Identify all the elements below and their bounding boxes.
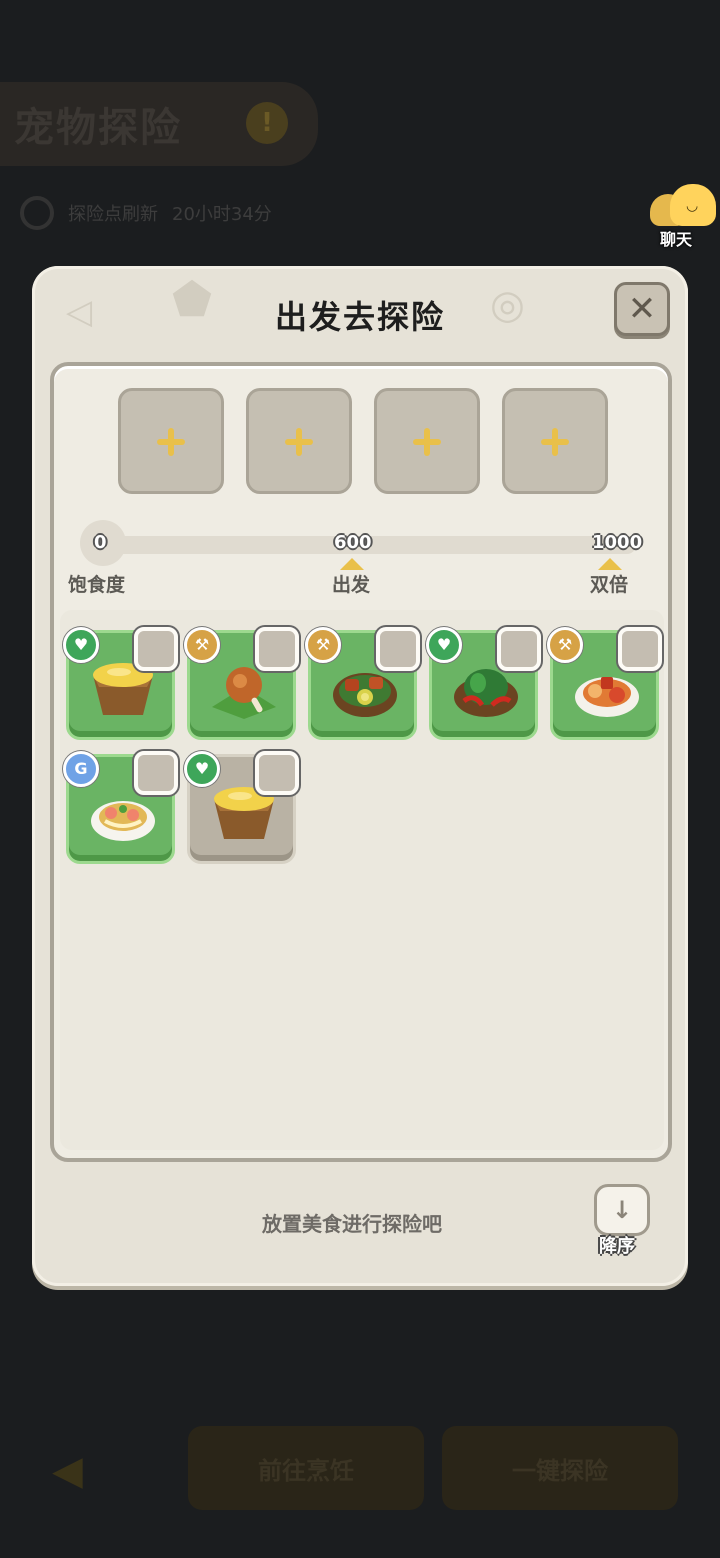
food-select-checkbox[interactable] [134,627,178,671]
double-threshold-value: 1000 [592,532,643,553]
sort-button[interactable]: ↓ [594,1184,650,1236]
info-icon: ! [246,102,288,144]
background-refresh-row: 探险点刷新 20小时34分 [20,196,272,230]
chat-label: 聊天 [660,230,693,249]
food-card[interactable]: ♥ [426,627,541,740]
close-icon: ✕ [627,289,657,329]
go-cooking-label: 前往烹饪 [258,1456,354,1485]
food-slot-4[interactable] [502,388,608,494]
refresh-time: 20小时34分 [172,204,272,225]
background-title: 宠物探险 [14,105,182,151]
satiety-current-value: 0 [94,532,107,553]
close-button[interactable]: ✕ [614,282,670,336]
arrow-down-icon: ↓ [611,1196,633,1224]
food-select-checkbox[interactable] [497,627,541,671]
food-slot-3[interactable] [374,388,480,494]
food-card[interactable]: G [63,751,178,864]
depart-label: 出发 [332,574,371,596]
hint-text: 放置美食进行探险吧 [262,1212,442,1236]
axe-icon: ⚒ [305,627,341,663]
clock-icon [20,196,54,230]
food-slot-1[interactable] [118,388,224,494]
satiety-label: 饱食度 [68,574,126,596]
food-select-checkbox[interactable] [255,627,299,671]
food-slots [118,388,608,494]
go-cooking-button: 前往烹饪 [188,1426,424,1510]
axe-icon: ⚒ [184,627,220,663]
food-select-checkbox[interactable] [618,627,662,671]
food-list: ♥ ⚒ ⚒ ♥ ⚒ G ♥ [60,610,664,1150]
heart-icon: ♥ [426,627,462,663]
refresh-label: 探险点刷新 [68,204,158,225]
food-select-checkbox[interactable] [134,751,178,795]
expedition-panel: 0 600 1000 饱食度 出发 双倍 ♥ ⚒ ⚒ ♥ ⚒ G ♥ [50,362,672,1162]
expedition-dialog: ◁ ⬟ ◎ 出发去探险 ✕ 0 600 1000 饱食度 出发 双倍 ♥ ⚒ ⚒ ♥ ⚒… [32,266,688,1286]
food-card[interactable]: ⚒ [547,627,662,740]
food-slot-2[interactable] [246,388,352,494]
background-title-bar: 宠物探险 ! [0,82,318,166]
one-click-explore-button: 一键探险 [442,1426,678,1510]
heart-icon: ♥ [184,751,220,787]
food-card[interactable]: ⚒ [305,627,420,740]
food-grid: ♥ ⚒ ⚒ ♥ ⚒ G ♥ [63,627,666,864]
heart-icon: ♥ [63,627,99,663]
back-arrow-icon: ◀ [52,1448,83,1494]
double-label: 双倍 [590,574,629,596]
dialog-title: 出发去探险 [274,298,445,336]
g-icon: G [63,751,99,787]
food-select-checkbox[interactable] [255,751,299,795]
chat-button[interactable]: ◡ 聊天 [646,184,720,249]
food-card[interactable]: ⚒ [184,627,299,740]
food-card[interactable]: ♥ [184,751,299,864]
depart-marker-icon [340,558,364,570]
food-card[interactable]: ♥ [63,627,178,740]
sort-label: 降序 [599,1236,635,1257]
axe-icon: ⚒ [547,627,583,663]
one-click-explore-label: 一键探险 [512,1456,608,1485]
food-select-checkbox[interactable] [376,627,420,671]
depart-threshold-value: 600 [334,532,372,553]
double-marker-icon [598,558,622,570]
